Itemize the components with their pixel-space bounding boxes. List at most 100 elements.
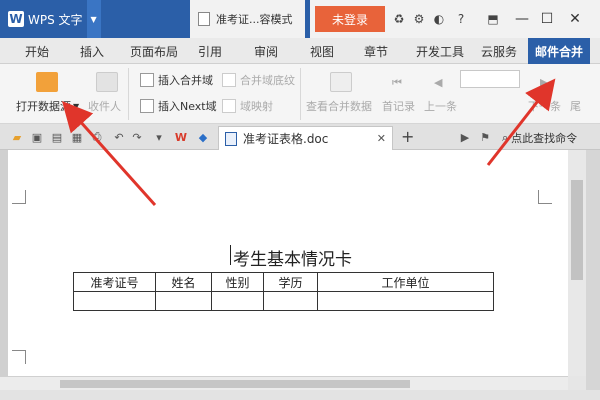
- settings-icon[interactable]: ⚙: [412, 12, 426, 26]
- horizontal-scrollbar[interactable]: [0, 376, 568, 390]
- table-cell[interactable]: [73, 291, 156, 311]
- window-title-text: 准考证...容模式: [216, 13, 293, 26]
- tab-reference[interactable]: 引用: [190, 38, 230, 64]
- table-cell[interactable]: [263, 291, 318, 311]
- recipients-button[interactable]: 收件人: [88, 98, 121, 114]
- field-mapping-button[interactable]: 域映射: [222, 98, 273, 114]
- quick-access-bar: ▰ ▣ ▤ ▦ ⎙ ↶ ↷ ▾ W ◆ 准考证表格.doc ✕ + ▶ ⚑ ⌕ …: [0, 124, 600, 150]
- pdf-icon[interactable]: ▦: [70, 130, 84, 144]
- tab-view[interactable]: 视图: [302, 38, 342, 64]
- margin-mark: [12, 350, 26, 364]
- next-record-label: 下一条: [528, 100, 561, 113]
- ribbon-panel: 打开数据源 ▼ 收件人 插入合并域 合并域底纹 插入Next域 域映射 查看合并数…: [0, 64, 600, 124]
- shading-icon: [222, 73, 236, 87]
- document-tab-label: 准考证表格.doc: [243, 132, 329, 146]
- recipients-icon[interactable]: [96, 72, 118, 92]
- tab-developer[interactable]: 开发工具: [410, 38, 470, 64]
- margin-mark: [538, 190, 552, 204]
- tab-page-layout[interactable]: 页面布局: [124, 38, 184, 64]
- next-record-icon[interactable]: ▶: [540, 76, 548, 89]
- table-header-cell[interactable]: 工作单位: [317, 272, 494, 292]
- print-preview-icon[interactable]: ▤: [50, 130, 64, 144]
- insert-merge-field-button[interactable]: 插入合并域: [140, 72, 213, 88]
- margin-mark: [12, 190, 26, 204]
- new-tab-icon[interactable]: +: [401, 127, 414, 146]
- insert-next-field-label: 插入Next域: [158, 100, 217, 113]
- undo-icon[interactable]: ↶: [112, 130, 126, 144]
- maximize-button[interactable]: ☐: [537, 10, 557, 28]
- wps-logo-icon: W: [8, 11, 24, 27]
- open-data-source-label: 打开数据源: [16, 100, 71, 113]
- vertical-scrollbar[interactable]: [568, 150, 586, 376]
- document-heading: 考生基本情况卡: [233, 250, 352, 270]
- separator: [300, 68, 301, 120]
- table-header-cell[interactable]: 姓名: [155, 272, 212, 292]
- minimize-button[interactable]: —: [512, 10, 532, 28]
- table-header-cell[interactable]: 学历: [263, 272, 318, 292]
- close-button[interactable]: ✕: [565, 10, 585, 28]
- field-mapping-label: 域映射: [240, 100, 273, 113]
- tab-review[interactable]: 审阅: [246, 38, 286, 64]
- window-title: 准考证...容模式: [190, 0, 305, 38]
- insert-next-field-button[interactable]: 插入Next域: [140, 98, 217, 114]
- app-name[interactable]: WPS 文字: [28, 11, 83, 28]
- view-merged-icon[interactable]: [330, 72, 352, 92]
- search-icon: ⌕: [502, 131, 509, 144]
- redo-icon[interactable]: ↷: [130, 130, 144, 144]
- table-cell[interactable]: [317, 291, 494, 311]
- ribbon-tabs: 开始 插入 页面布局 引用 审阅 视图 章节 开发工具 云服务 邮件合并: [0, 38, 600, 64]
- next-record-button[interactable]: 下一条: [528, 98, 561, 114]
- tab-start[interactable]: 开始: [15, 38, 59, 64]
- table-header-cell[interactable]: 性别: [211, 272, 264, 292]
- more-icon[interactable]: ▾: [152, 130, 166, 144]
- tab-section[interactable]: 章节: [356, 38, 396, 64]
- find-command-box[interactable]: ⌕ 点此查找命令: [502, 130, 577, 146]
- cube-icon[interactable]: ◆: [196, 130, 210, 144]
- table-header-row: 准考证号 姓名 性别 学历 工作单位: [73, 272, 494, 292]
- chevron-down-icon[interactable]: ▼: [86, 0, 101, 38]
- print-icon[interactable]: ⎙: [90, 130, 104, 144]
- table-cell[interactable]: [211, 291, 264, 311]
- status-bar: [0, 390, 600, 400]
- first-record-icon[interactable]: ⏮: [392, 76, 402, 90]
- save-icon[interactable]: ▣: [30, 130, 44, 144]
- pin-icon[interactable]: ⬒: [486, 12, 500, 26]
- table-cell[interactable]: [155, 291, 212, 311]
- login-button[interactable]: 未登录: [315, 6, 385, 32]
- view-merged-data-button[interactable]: 查看合并数据: [306, 98, 372, 114]
- tab-insert[interactable]: 插入: [70, 38, 114, 64]
- scroll-thumb[interactable]: [60, 380, 410, 388]
- help-icon[interactable]: ?: [454, 12, 468, 26]
- wps-home-icon[interactable]: W: [174, 130, 188, 144]
- open-data-source-button[interactable]: 打开数据源 ▼: [16, 98, 79, 114]
- dropdown-icon: ▼: [73, 101, 80, 111]
- skin-icon[interactable]: ◐: [432, 12, 446, 26]
- record-number-input[interactable]: [460, 70, 520, 88]
- view-merged-data-label: 查看合并数据: [306, 100, 372, 113]
- table-header-cell[interactable]: 准考证号: [73, 272, 156, 292]
- prev-record-label: 上一条: [424, 100, 457, 113]
- flag-icon[interactable]: ⚑: [478, 130, 492, 144]
- close-tab-icon[interactable]: ✕: [377, 132, 386, 145]
- open-icon[interactable]: ▰: [10, 130, 24, 144]
- tab-cloud[interactable]: 云服务: [474, 38, 524, 64]
- next-field-icon: [140, 99, 154, 113]
- folder-icon[interactable]: [36, 72, 58, 92]
- document-icon: [198, 12, 210, 26]
- side-panel-strip: [586, 150, 600, 400]
- display-icon[interactable]: ▶: [458, 130, 472, 144]
- tab-mail-merge[interactable]: 邮件合并: [528, 38, 590, 64]
- sync-icon[interactable]: ♻: [392, 12, 406, 26]
- exam-info-table[interactable]: 准考证号 姓名 性别 学历 工作单位: [73, 272, 494, 311]
- document-page[interactable]: 考生基本情况卡 准考证号 姓名 性别 学历 工作单位: [8, 150, 568, 376]
- document-tab[interactable]: 准考证表格.doc ✕: [218, 126, 393, 150]
- first-record-button[interactable]: 首记录: [382, 98, 415, 114]
- find-command-label: 点此查找命令: [511, 132, 578, 145]
- scroll-thumb[interactable]: [571, 180, 583, 280]
- last-record-button[interactable]: 尾: [570, 98, 581, 114]
- prev-record-icon[interactable]: ◀: [434, 76, 442, 89]
- prev-record-button[interactable]: 上一条: [424, 98, 457, 114]
- separator: [128, 68, 129, 120]
- app-menu[interactable]: W WPS 文字 ▼: [0, 0, 101, 38]
- merge-field-shading-button[interactable]: 合并域底纹: [222, 72, 295, 88]
